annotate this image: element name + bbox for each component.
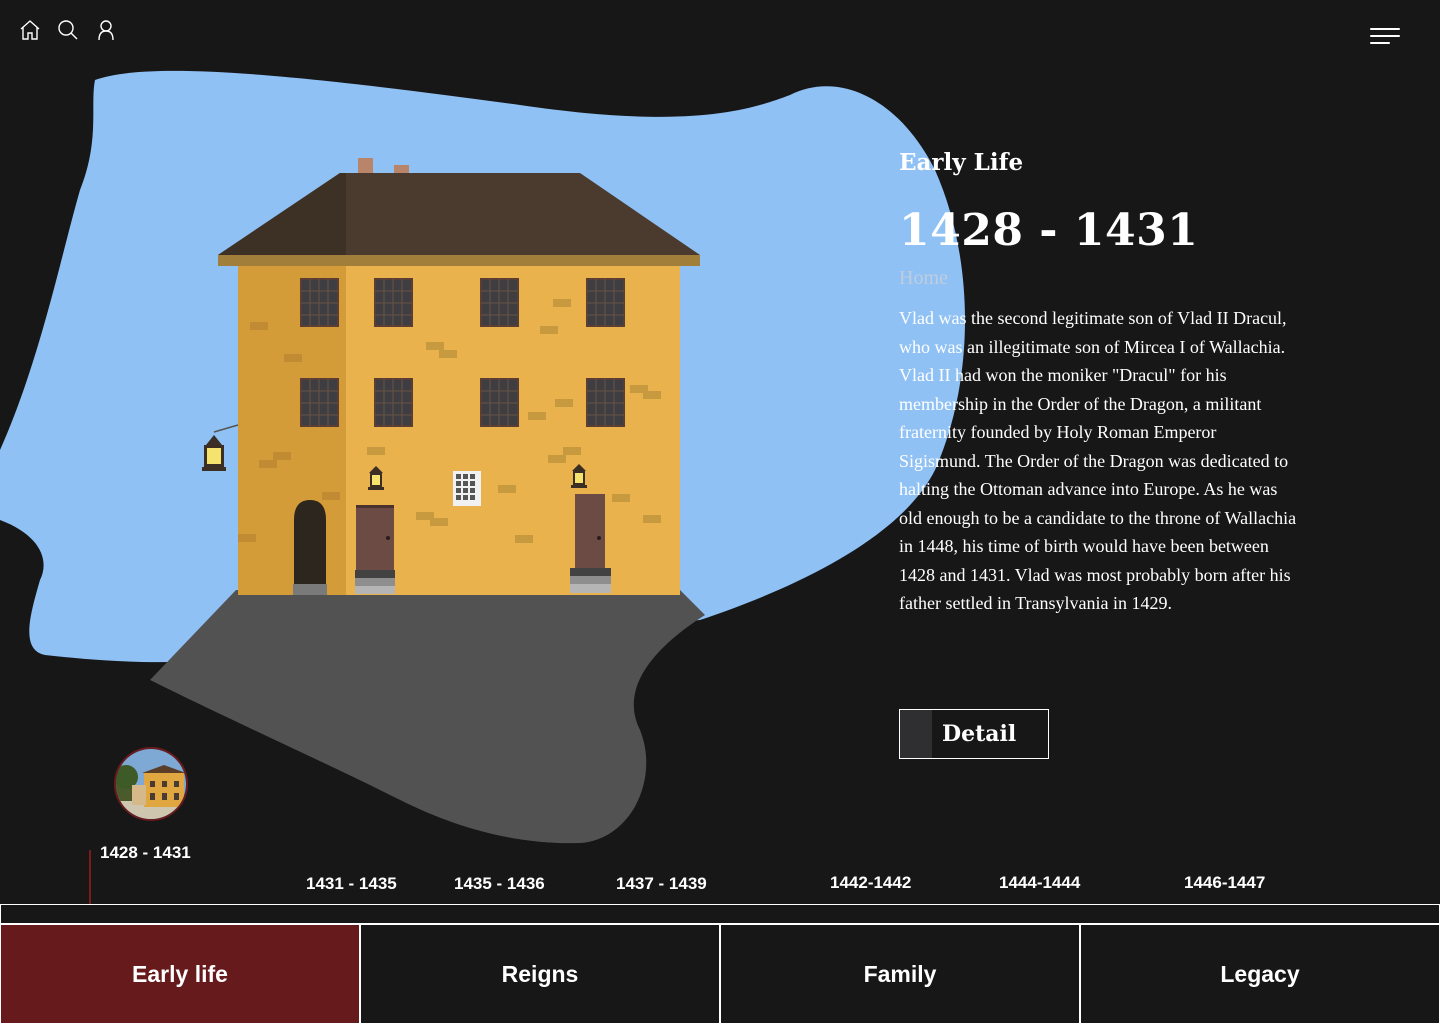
timeline-track[interactable] — [0, 904, 1440, 924]
period-thumbnail[interactable] — [114, 747, 188, 821]
home-icon[interactable] — [18, 18, 42, 42]
user-icon[interactable] — [94, 18, 118, 42]
timeline-item[interactable]: 1435 - 1436 — [454, 874, 545, 894]
house-illustration — [202, 158, 700, 595]
timeline-item[interactable]: 1442-1442 — [830, 873, 911, 893]
tab-early-life[interactable]: Early life — [0, 924, 360, 1024]
timeline-item[interactable]: 1446-1447 — [1184, 873, 1265, 893]
search-icon[interactable] — [56, 18, 80, 42]
timeline-marker — [89, 850, 91, 904]
timeline-item[interactable]: 1437 - 1439 — [616, 874, 707, 894]
tab-reigns[interactable]: Reigns — [360, 924, 720, 1024]
bio-paragraph: Vlad was the second legitimate son of Vl… — [899, 308, 1297, 613]
year-range-heading: 1428 - 1431 — [899, 205, 1199, 256]
tab-legacy[interactable]: Legacy — [1080, 924, 1440, 1024]
road-shape — [150, 590, 705, 844]
detail-button[interactable]: Detail — [899, 709, 1049, 759]
timeline-item[interactable]: 1431 - 1435 — [306, 874, 397, 894]
timeline-item-active[interactable]: 1428 - 1431 — [100, 843, 191, 863]
section-tabs: Early life Reigns Family Legacy — [0, 924, 1440, 1024]
detail-button-label: Detail — [942, 721, 1017, 747]
detail-button-accent — [900, 710, 932, 758]
top-nav — [18, 18, 118, 42]
timeline-item[interactable]: 1444-1444 — [999, 873, 1080, 893]
tab-family[interactable]: Family — [720, 924, 1080, 1024]
section-title: Early Life — [899, 149, 1024, 176]
breadcrumb-home-link[interactable]: Home — [899, 267, 948, 290]
hamburger-menu-icon[interactable] — [1368, 24, 1402, 48]
